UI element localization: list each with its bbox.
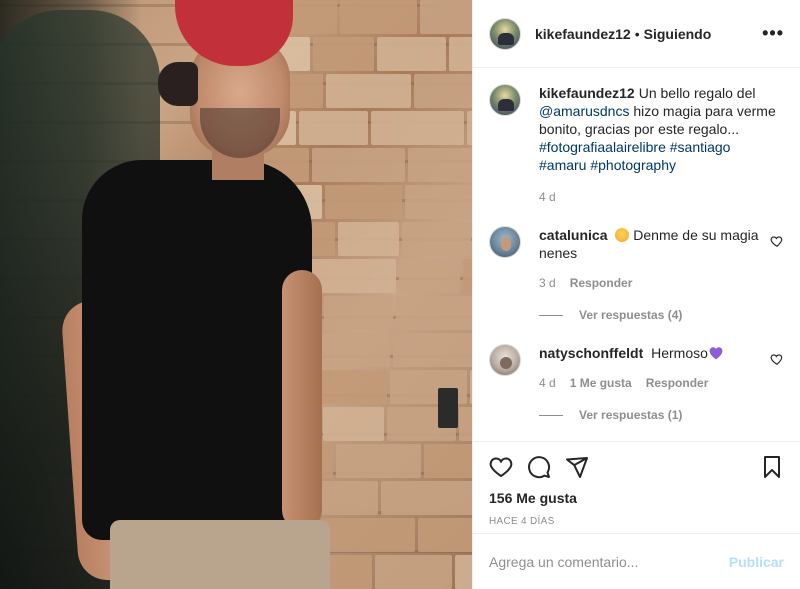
comment-item: catalunica Denme de su magia nenes 3 d R… — [489, 226, 784, 290]
comment-item: natyschonffeldt Hermoso 4 d 1 Me gusta R… — [489, 344, 784, 390]
author-username[interactable]: kikefaundez12 — [535, 26, 631, 42]
wall-brick — [326, 74, 411, 108]
comment-meta: 3 d Responder — [539, 276, 762, 290]
header-separator: • — [634, 25, 640, 42]
view-replies-label: Ver respuestas (4) — [579, 308, 683, 322]
wall-brick — [322, 518, 415, 552]
comment-body: Hermoso — [651, 345, 708, 361]
caption-text: kikefaundez12 Un bello regalo del @amarus… — [539, 84, 784, 174]
caption-username[interactable]: kikefaundez12 — [539, 85, 635, 101]
wall-brick — [463, 259, 472, 293]
caption-avatar[interactable] — [489, 84, 521, 116]
wall-brick — [449, 37, 472, 71]
wall-switch — [438, 388, 458, 428]
wall-brick — [459, 407, 472, 441]
right-arm — [282, 270, 322, 530]
post-photo[interactable] — [0, 0, 472, 589]
add-comment-bar: Publicar — [473, 533, 800, 589]
wall-brick — [371, 111, 464, 145]
heart-icon[interactable] — [489, 455, 513, 479]
wall-brick — [405, 185, 472, 219]
caption-meta: 4 d — [539, 190, 784, 204]
wall-brick — [420, 0, 472, 34]
pants — [110, 520, 330, 589]
wall-brick — [324, 296, 393, 330]
view-replies-button[interactable]: Ver respuestas (4) — [539, 308, 784, 322]
caption: kikefaundez12 Un bello regalo del @amarus… — [489, 84, 784, 204]
caption-time[interactable]: 4 d — [539, 190, 556, 204]
hashtag[interactable]: #fotografiaalairelibre — [539, 139, 666, 155]
comment-time[interactable]: 4 d — [539, 376, 556, 390]
replies-divider — [539, 314, 563, 316]
comments-list[interactable]: kikefaundez12 Un bello regalo del @amarus… — [473, 68, 800, 441]
likes-count[interactable]: 156 Me gusta — [489, 490, 784, 506]
post-actions: 156 Me gusta HACE 4 DÍAS — [473, 441, 800, 533]
wall-brick — [381, 481, 472, 515]
post-header: kikefaundez12 • Siguiendo ••• — [473, 0, 800, 68]
add-comment-input[interactable] — [489, 553, 729, 570]
laughing-emoji-icon — [615, 228, 630, 242]
more-options-icon[interactable]: ••• — [762, 23, 784, 44]
comment-text: natyschonffeldt Hermoso — [539, 344, 762, 362]
wall-brick — [455, 555, 472, 589]
reply-button[interactable]: Responder — [646, 376, 709, 390]
comment-like-heart-icon[interactable] — [770, 352, 784, 366]
comment-time[interactable]: 3 d — [539, 276, 556, 290]
wall-brick — [299, 111, 368, 145]
caption-text-1: Un bello regalo del — [638, 85, 756, 101]
wall-brick — [377, 37, 446, 71]
wall-brick — [323, 407, 384, 441]
view-replies-button[interactable]: Ver respuestas (1) — [539, 408, 784, 422]
hashtag[interactable]: #amaru — [539, 157, 586, 173]
wall-brick — [399, 259, 460, 293]
wall-brick — [311, 259, 396, 293]
save-icon[interactable] — [760, 455, 784, 479]
wall-brick — [418, 518, 472, 552]
purple-heart-emoji-icon — [709, 347, 723, 360]
publish-button[interactable]: Publicar — [729, 554, 784, 570]
hashtag[interactable]: #photography — [590, 157, 676, 173]
black-shirt — [82, 160, 312, 540]
wall-brick — [393, 333, 472, 367]
comment-icon[interactable] — [527, 455, 551, 479]
reply-button[interactable]: Responder — [570, 276, 633, 290]
hashtag[interactable]: #santiago — [670, 139, 731, 155]
comment-username[interactable]: natyschonffeldt — [539, 345, 643, 361]
commenter-avatar[interactable] — [489, 226, 521, 258]
view-replies-label: Ver respuestas (1) — [579, 408, 683, 422]
wall-brick — [338, 222, 399, 256]
wall-brick — [312, 148, 405, 182]
instagram-post-view: kikefaundez12 • Siguiendo ••• kikefaunde… — [0, 0, 800, 589]
cap-brim — [158, 62, 198, 106]
comment-like-heart-icon[interactable] — [770, 234, 784, 248]
posted-time[interactable]: HACE 4 DÍAS — [489, 516, 784, 527]
wall-brick — [336, 444, 421, 478]
wall-brick — [375, 555, 452, 589]
comment-likes[interactable]: 1 Me gusta — [570, 376, 632, 390]
wall-brick — [325, 185, 402, 219]
comment-text: catalunica Denme de su magia nenes — [539, 226, 762, 262]
wall-brick — [340, 0, 417, 34]
comment-meta: 4 d 1 Me gusta Responder — [539, 376, 762, 390]
share-icon[interactable] — [565, 455, 589, 479]
caption-mention[interactable]: @amarusdncs — [539, 103, 629, 119]
commenter-avatar[interactable] — [489, 344, 521, 376]
replies-divider — [539, 414, 563, 416]
wall-brick — [313, 37, 374, 71]
action-icons — [489, 452, 784, 482]
wall-brick — [408, 148, 472, 182]
wall-brick — [414, 74, 472, 108]
wall-brick — [424, 444, 472, 478]
post-side-panel: kikefaundez12 • Siguiendo ••• kikefaunde… — [472, 0, 800, 589]
author-avatar[interactable] — [489, 17, 521, 50]
following-button[interactable]: Siguiendo — [644, 26, 712, 42]
wall-brick — [402, 222, 471, 256]
comment-username[interactable]: catalunica — [539, 227, 607, 243]
wall-brick — [396, 296, 472, 330]
